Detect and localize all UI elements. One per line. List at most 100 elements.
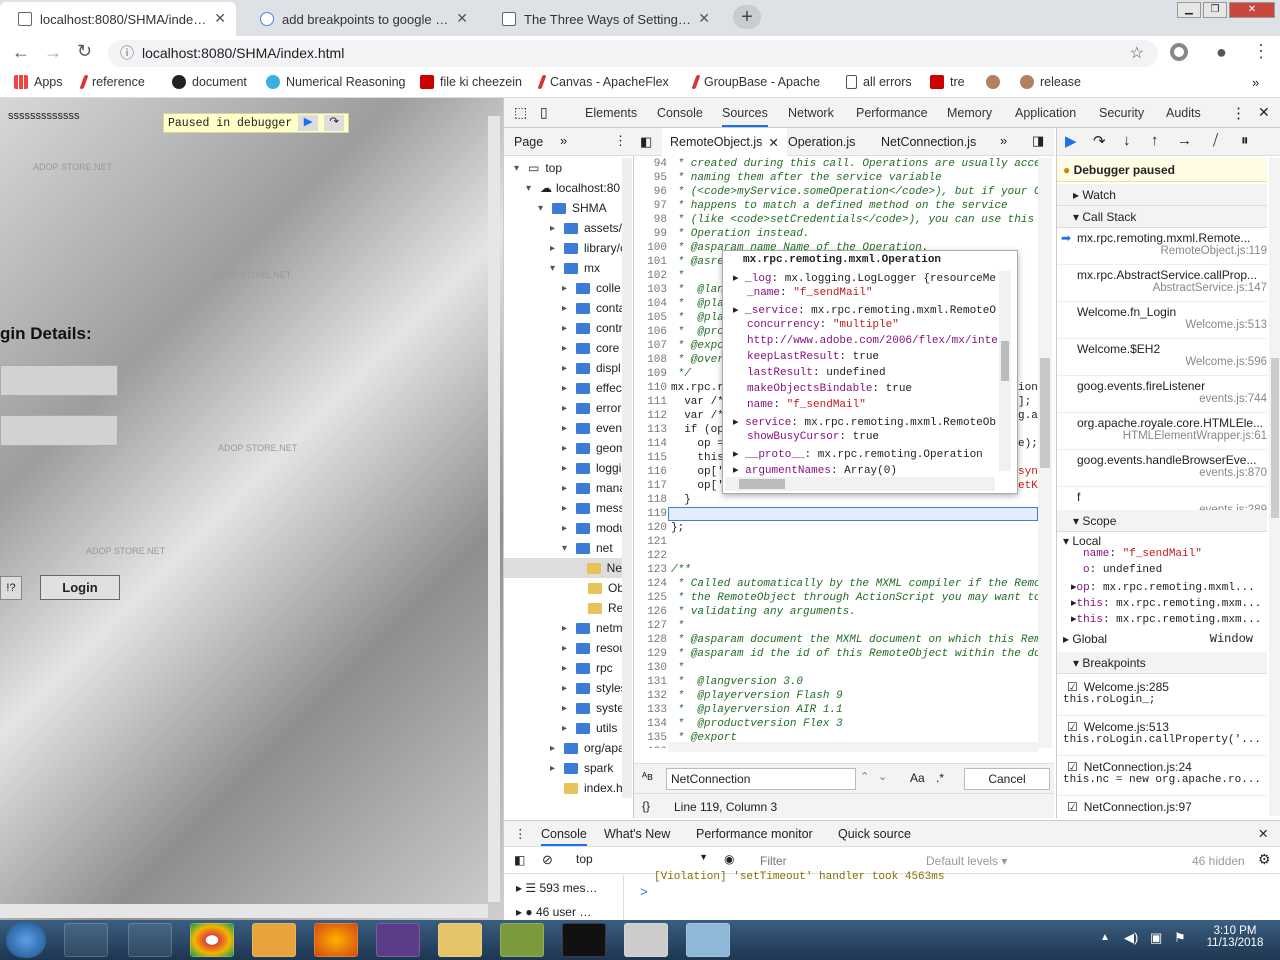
bookmark-tre[interactable]: tre [930, 75, 965, 89]
frame-location[interactable]: HTMLElementWrapper.js:61 [1077, 430, 1267, 442]
line-number[interactable]: 94 [634, 158, 667, 170]
tree-item[interactable]: ▸ contr [504, 318, 622, 338]
expand-arrow-icon[interactable]: ▸ [562, 343, 576, 354]
expand-arrow-icon[interactable]: ▸ [562, 703, 576, 714]
bookmark-document[interactable]: document [172, 75, 247, 89]
scope-variable[interactable]: name: "f_sendMail" [1083, 548, 1202, 560]
panel-tab-console[interactable]: Console [657, 106, 703, 120]
line-number[interactable]: 136 [634, 746, 667, 748]
tree-item[interactable]: ▸ rpc [504, 658, 613, 678]
line-number[interactable]: 128 [634, 634, 667, 646]
line-number[interactable]: 101 [634, 256, 667, 268]
breakpoints-section[interactable]: ▾ Breakpoints [1057, 652, 1267, 674]
code-hscroll[interactable] [668, 742, 1038, 752]
scroll-thumb[interactable] [1001, 341, 1009, 381]
command-prompt-icon[interactable] [562, 923, 606, 957]
line-number[interactable]: 131 [634, 676, 667, 688]
deactivate-breakpoints-icon[interactable]: ⧸ [1213, 132, 1218, 149]
call-frame[interactable]: goog.events.fireListener events.js:744 [1057, 376, 1267, 413]
tree-item[interactable]: ▸ core [504, 338, 619, 358]
line-number[interactable]: 103 [634, 284, 667, 296]
username-field[interactable] [0, 365, 118, 396]
expand-arrow-icon[interactable]: ▸ [562, 463, 576, 474]
expand-arrow-icon[interactable]: ▾ [526, 183, 540, 194]
notepad-icon[interactable] [500, 923, 544, 957]
expand-arrow-icon[interactable]: ▸ [562, 483, 576, 494]
file-tab-remoteobject[interactable]: RemoteObject.js ✕ [662, 128, 787, 156]
call-frame[interactable]: Welcome.fn_Login Welcome.js:513 [1057, 302, 1267, 339]
breakpoint-checkbox[interactable]: ☑ [1067, 680, 1078, 694]
clock[interactable]: 3:10 PM 11/13/2018 [1200, 925, 1270, 949]
popover-property[interactable]: showBusyCursor: true [747, 431, 879, 447]
expand-arrow-icon[interactable]: ▸ [562, 623, 576, 634]
expand-arrow-icon[interactable]: ▸ [562, 683, 576, 694]
tree-item[interactable]: ▸ event [504, 418, 622, 438]
chrome-icon[interactable] [190, 923, 234, 957]
panel-tab-memory[interactable]: Memory [947, 106, 992, 120]
call-frame[interactable]: goog.events.handleBrowserEve... events.js… [1057, 450, 1267, 487]
tray-arrow-icon[interactable]: ▲ [1100, 932, 1110, 943]
breakpoint-item[interactable]: ☑ Welcome.js:285 this.roLogin_; [1057, 676, 1267, 716]
tree-item[interactable]: Re [504, 598, 622, 618]
popover-property[interactable]: ▸ service: mx.rpc.remoting.mxml.RemoteOb [733, 415, 996, 431]
more-files-icon[interactable]: » [1000, 133, 1007, 148]
scope-variable[interactable]: ▸this: mx.rpc.remoting.mxm... [1071, 596, 1261, 610]
popover-property[interactable]: keepLastResult: true [747, 351, 879, 367]
browser-tab-3[interactable]: The Three Ways of Setting Breaki ✕ [484, 2, 720, 36]
expand-arrow-icon[interactable]: ▾ [514, 163, 528, 174]
sidebar-toggle-icon[interactable]: ◧ [514, 853, 525, 867]
call-frame[interactable]: ➡ mx.rpc.remoting.mxml.Remote... RemoteObj… [1057, 228, 1267, 265]
toggle-navigator-icon[interactable]: ◧ [640, 134, 652, 150]
browser-tab-2[interactable]: add breakpoints to google chron ✕ [242, 2, 478, 36]
line-number[interactable]: 127 [634, 620, 667, 632]
tree-item[interactable]: Ob [504, 578, 622, 598]
expand-arrow-icon[interactable]: ▾ [538, 203, 552, 214]
line-number[interactable]: 95 [634, 172, 667, 184]
line-number[interactable]: 113 [634, 424, 667, 436]
frame-location[interactable]: Welcome.js:596 [1077, 356, 1267, 368]
scope-variable[interactable]: ▸this: mx.rpc.remoting.mxm... [1071, 612, 1261, 626]
frame-location[interactable]: Welcome.js:513 [1077, 319, 1267, 331]
drawer-tab-performance-monitor[interactable]: Performance monitor [696, 827, 813, 841]
browser-tab-1[interactable]: localhost:8080/SHMA/index.html ✕ [0, 2, 236, 36]
step-icon[interactable]: → [1177, 132, 1192, 149]
cancel-search-button[interactable]: Cancel [964, 768, 1050, 790]
sidebar-scrollbar[interactable] [1269, 158, 1280, 816]
close-window-button[interactable]: ✕ [1229, 2, 1275, 18]
line-number[interactable]: 105 [634, 312, 667, 324]
line-number[interactable]: 107 [634, 340, 667, 352]
line-number[interactable]: 129 [634, 648, 667, 660]
line-number[interactable]: 112 [634, 410, 667, 422]
line-number[interactable]: 126 [634, 606, 667, 618]
clear-console-icon[interactable]: ⊘ [542, 852, 553, 868]
tree-item[interactable]: ▸ error [504, 398, 621, 418]
expand-arrow-icon[interactable]: ▸ [562, 723, 576, 734]
drawer-tab-console[interactable]: Console [541, 827, 587, 846]
popover-scrollbar[interactable] [999, 271, 1011, 471]
bookmark-errors[interactable]: all errors [846, 75, 912, 89]
pause-exceptions-icon[interactable]: ⏸ [1241, 132, 1249, 149]
password-field[interactable] [0, 415, 118, 446]
console-settings-icon[interactable]: ⚙ [1258, 851, 1271, 868]
expand-arrow-icon[interactable]: ▸ [562, 383, 576, 394]
bookmark-reference[interactable]: reference [79, 75, 145, 89]
replace-toggle-icon[interactable]: ᴬʙ [642, 771, 653, 783]
line-number[interactable]: 98 [634, 214, 667, 226]
expand-arrow-icon[interactable]: ▸ [562, 663, 576, 674]
breakpoint-item[interactable]: ☑ NetConnection.js:24 this.nc = new org.ap… [1057, 756, 1267, 796]
resume-icon[interactable]: ▶ [298, 115, 319, 131]
new-tab-button[interactable]: + [733, 5, 761, 29]
tree-item[interactable]: ▸ mess [504, 498, 622, 518]
extension-icon[interactable] [1170, 43, 1188, 61]
nav-tab-page[interactable]: Page [514, 135, 543, 149]
tree-item[interactable]: ▸ assets/c [504, 218, 622, 238]
line-number[interactable]: 132 [634, 690, 667, 702]
tree-item[interactable]: ▾ mx [504, 258, 600, 278]
expand-arrow-icon[interactable]: ▸ [562, 323, 576, 334]
frame-location[interactable]: events.js:870 [1077, 467, 1267, 479]
line-number[interactable]: 100 [634, 242, 667, 254]
inspect-icon[interactable]: ⬚ [514, 104, 527, 121]
start-button[interactable] [6, 922, 46, 958]
line-number[interactable]: 133 [634, 704, 667, 716]
match-case-button[interactable]: Aa [910, 771, 925, 785]
